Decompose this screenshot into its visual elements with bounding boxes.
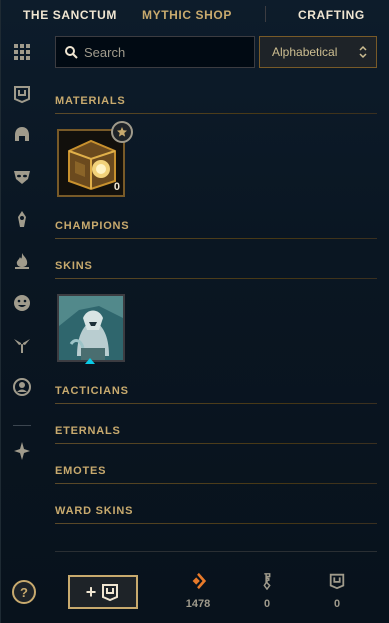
ward-icon[interactable] (11, 208, 33, 230)
material-count: 0 (113, 181, 120, 193)
section-divider (55, 523, 377, 524)
section-title-materials: MATERIALS (55, 95, 126, 107)
search-box (55, 36, 255, 68)
crafting-icon[interactable] (11, 440, 33, 462)
sort-selected-label: Alphabetical (272, 45, 338, 59)
search-input[interactable] (84, 44, 244, 60)
orange-essence-icon (192, 572, 207, 590)
skin-owned-indicator-icon (85, 358, 95, 364)
section-divider (55, 113, 377, 114)
skin-champion-portrait (59, 296, 123, 360)
chest-counter: 0 (317, 572, 357, 610)
helmet-icon[interactable] (11, 124, 33, 146)
plus-label: + (85, 581, 97, 602)
flame-icon[interactable] (11, 250, 33, 272)
chest-icon (102, 584, 119, 602)
add-chest-button[interactable]: + (68, 575, 138, 609)
sort-dropdown[interactable]: Alphabetical (259, 36, 377, 68)
section-title-eternals: ETERNALS (55, 425, 121, 437)
search-icon (65, 46, 78, 59)
chest-value: 0 (333, 598, 341, 610)
winged-icon[interactable] (11, 334, 33, 356)
help-button[interactable]: ? (12, 580, 36, 604)
top-nav: THE SANCTUM MYTHIC SHOP CRAFTING (1, 0, 389, 30)
mask-icon[interactable] (11, 166, 33, 188)
section-divider (55, 278, 377, 279)
section-title-champions: CHAMPIONS (55, 220, 130, 232)
section-title-tacticians: TACTICIANS (55, 385, 129, 397)
chevron-updown-icon (359, 45, 367, 59)
key-counter: 0 (247, 572, 287, 610)
key-icon (263, 573, 271, 590)
section-divider (55, 238, 377, 239)
tab-crafting[interactable]: CRAFTING (298, 8, 365, 22)
section-divider (55, 403, 377, 404)
grid-icon[interactable] (11, 41, 33, 63)
key-value: 0 (263, 598, 271, 610)
orange-essence-counter: 1478 (178, 572, 218, 610)
bottom-divider (55, 551, 377, 552)
emote-icon[interactable] (11, 292, 33, 314)
category-sidebar: ? (1, 35, 45, 623)
nav-separator (265, 6, 266, 22)
tab-mythic-shop[interactable]: MYTHIC SHOP (142, 8, 232, 22)
orange-essence-value: 1478 (185, 598, 211, 610)
crafting-app: THE SANCTUM MYTHIC SHOP CRAFTING ? Searc… (0, 0, 389, 623)
chest-icon (329, 573, 345, 590)
section-divider (55, 443, 377, 444)
profile-icon[interactable] (11, 376, 33, 398)
section-divider (55, 483, 377, 484)
section-title-skins: SKINS (55, 260, 93, 272)
star-icon (111, 121, 133, 143)
chest-icon[interactable] (11, 83, 33, 105)
skin-tile[interactable] (57, 294, 125, 362)
section-title-emotes: EMOTES (55, 465, 107, 477)
tab-the-sanctum[interactable]: THE SANCTUM (23, 8, 117, 22)
sidebar-divider (13, 425, 31, 426)
section-title-ward-skins: WARD SKINS (55, 505, 134, 517)
